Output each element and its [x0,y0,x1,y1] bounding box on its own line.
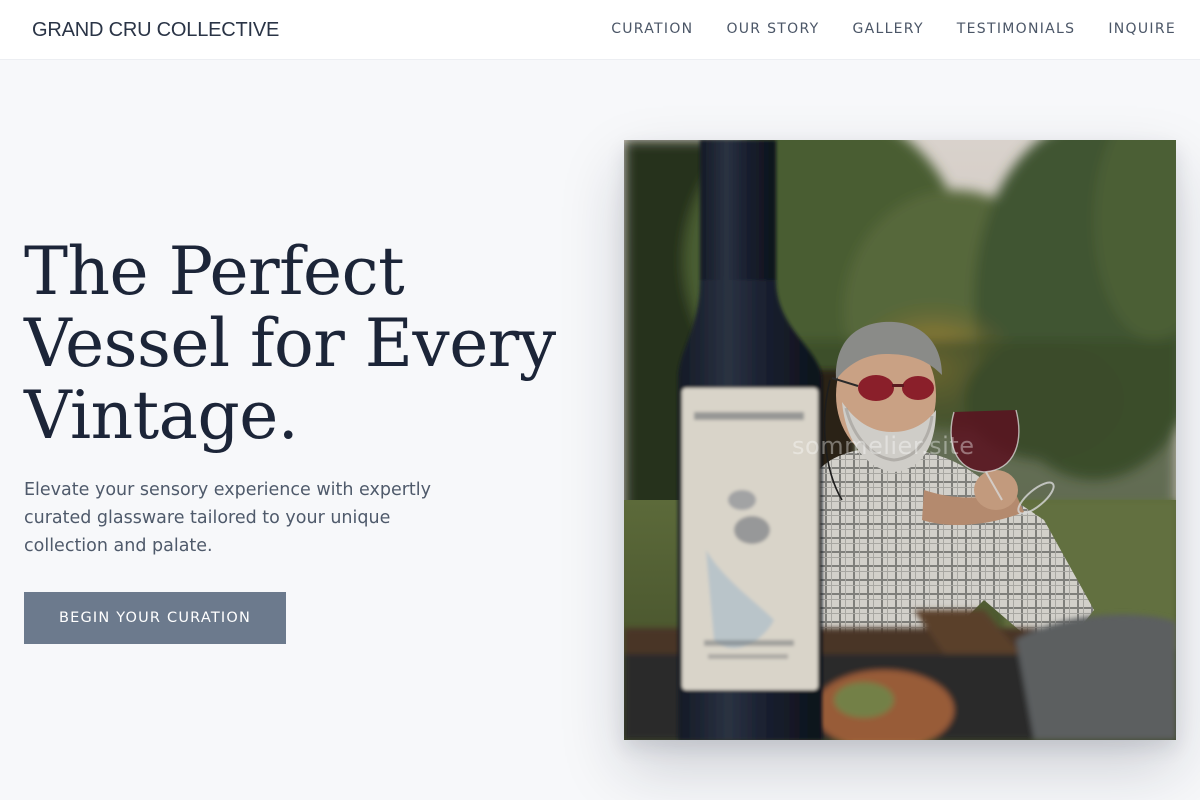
image-watermark: sommelier.site [792,432,975,460]
nav-link-gallery[interactable]: GALLERY [852,18,923,40]
nav-link-our-story[interactable]: OUR STORY [726,18,819,40]
hero-title: The Perfect Vessel for Every Vintage. [24,233,556,454]
site-header: GRAND CRU COLLECTIVE CURATION OUR STORY … [0,0,1200,60]
nav-link-curation[interactable]: CURATION [611,18,693,40]
hero-subtitle: Elevate your sensory experience with exp… [24,480,431,556]
brand-logo[interactable]: GRAND CRU COLLECTIVE [32,17,279,43]
nav-link-inquire[interactable]: INQUIRE [1108,18,1176,40]
hero-image: sommelier.site [624,140,1176,740]
begin-curation-button[interactable]: BEGIN YOUR CURATION [24,592,286,644]
main-nav: CURATION OUR STORY GALLERY TESTIMONIALS … [611,18,1176,40]
nav-link-testimonials[interactable]: TESTIMONIALS [957,18,1076,40]
